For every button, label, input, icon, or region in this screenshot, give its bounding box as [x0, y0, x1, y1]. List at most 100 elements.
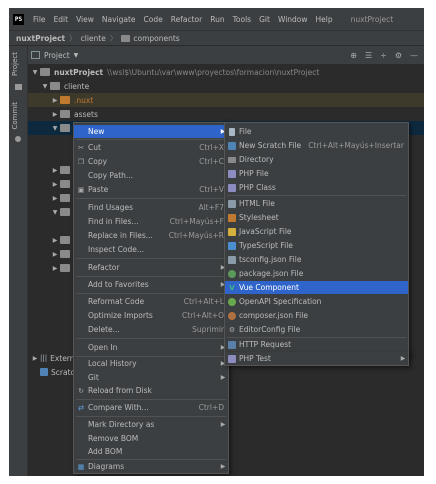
submenu-item-directory[interactable]: Directory: [225, 153, 408, 166]
breadcrumb-components[interactable]: components: [133, 34, 179, 43]
expand-icon[interactable]: ÷: [380, 51, 387, 60]
file-icon: [225, 127, 239, 136]
submenu-item-typescript-file[interactable]: TypeScript File: [225, 239, 408, 252]
menu-item-delete[interactable]: Delete... Suprimir: [74, 323, 228, 336]
file-icon: [60, 334, 68, 342]
menu-help[interactable]: Help: [312, 15, 337, 24]
collapse-icon[interactable]: ☰: [365, 51, 372, 60]
submenu-item-html-file[interactable]: HTML File: [225, 197, 408, 210]
gear-icon[interactable]: ⚙: [395, 51, 402, 60]
folder-icon: [50, 82, 60, 90]
chevron-right-icon[interactable]: ▶: [50, 97, 60, 104]
chevron-right-icon[interactable]: ▶: [50, 251, 60, 258]
ts-file-icon: [225, 241, 239, 250]
menu-separator: [227, 195, 406, 196]
submenu-item-file[interactable]: File: [225, 125, 408, 138]
menu-item-local-history[interactable]: Local History ▶: [74, 357, 228, 370]
breadcrumb-project[interactable]: nuxtProject: [16, 34, 65, 43]
chevron-right-icon[interactable]: ▶: [50, 237, 60, 244]
chevron-right-icon[interactable]: ▶: [50, 265, 60, 272]
menu-git[interactable]: Git: [255, 15, 274, 24]
tree-label: .nuxt: [74, 95, 94, 105]
project-panel-header: Project ▼ ⊕ ☰ ÷ ⚙ —: [28, 46, 424, 64]
chevron-right-icon[interactable]: ▶: [30, 355, 40, 362]
commit-tool-tab[interactable]: Commit: [11, 102, 19, 130]
diagram-icon: ▦: [77, 462, 85, 471]
chevron-right-icon[interactable]: ▶: [50, 167, 60, 174]
submenu-item-openapi[interactable]: OpenAPI Specification: [225, 295, 408, 308]
submenu-item-php-test-row[interactable]: PHP Test ▶: [225, 352, 408, 365]
project-tool-icon[interactable]: [15, 84, 22, 90]
submenu-arrow-icon: ▶: [220, 463, 226, 470]
menu-item-optimize-imports[interactable]: Optimize Imports Ctrl+Alt+O: [74, 309, 228, 322]
submenu-item-composer-json[interactable]: composer.json File: [225, 309, 408, 322]
tree-root-label: nuxtProject: [54, 67, 104, 77]
submenu-item-new-scratch-file[interactable]: New Scratch File Ctrl+Alt+Mayús+Insertar: [225, 139, 408, 152]
chevron-right-icon[interactable]: ▶: [50, 195, 60, 202]
tsconfig-icon: [225, 255, 239, 264]
menu-item-inspect-code[interactable]: Inspect Code...: [74, 243, 228, 256]
chevron-right-icon[interactable]: ▶: [50, 111, 60, 118]
menu-item-add-bom[interactable]: Add BOM: [74, 445, 228, 458]
submenu-item-php-file[interactable]: PHP File: [225, 167, 408, 180]
menu-run[interactable]: Run: [206, 15, 228, 24]
menu-item-remove-bom[interactable]: Remove BOM: [74, 432, 228, 445]
project-view-selector[interactable]: Project: [44, 51, 70, 60]
target-icon[interactable]: ⊕: [350, 51, 357, 60]
submenu-item-vue-component[interactable]: V Vue Component: [225, 281, 408, 294]
menu-item-compare-with[interactable]: ⇄ Compare With... Ctrl+D: [74, 401, 228, 414]
chevron-down-icon[interactable]: ▼: [30, 69, 40, 76]
project-tool-tab[interactable]: Project: [11, 52, 19, 76]
submenu-item-editorconfig[interactable]: ⚙ EditorConfig File: [225, 323, 408, 336]
submenu-item-package-json[interactable]: package.json File: [225, 267, 408, 280]
menu-edit[interactable]: Edit: [50, 15, 73, 24]
tree-row-root[interactable]: ▼ nuxtProject \\wsl$\Ubuntu\var\www\proy…: [28, 65, 424, 79]
menu-refactor[interactable]: Refactor: [167, 15, 206, 24]
submenu-item-php-class[interactable]: PHP Class: [225, 181, 408, 194]
menu-item-add-to-favorites[interactable]: Add to Favorites ▶: [74, 278, 228, 291]
submenu-item-http-request[interactable]: HTTP Request: [225, 338, 408, 351]
menu-item-find-in-files[interactable]: Find in Files... Ctrl+Mayús+F: [74, 215, 228, 228]
menu-view[interactable]: View: [72, 15, 98, 24]
menu-item-copy[interactable]: ❐ Copy Ctrl+C: [74, 155, 228, 168]
menu-tools[interactable]: Tools: [229, 15, 255, 24]
menu-item-paste[interactable]: ▣ Paste Ctrl+V: [74, 183, 228, 196]
submenu-item-tsconfig[interactable]: tsconfig.json File: [225, 253, 408, 266]
menu-item-open-in[interactable]: Open In ▶: [74, 341, 228, 354]
minimize-icon[interactable]: —: [410, 51, 418, 60]
menu-code[interactable]: Code: [140, 15, 167, 24]
menu-item-diagrams[interactable]: ▦ Diagrams ▶: [74, 460, 228, 473]
menu-item-mark-directory-as[interactable]: Mark Directory as ▶: [74, 418, 228, 431]
php-test-icon: [225, 354, 239, 363]
menu-item-find-usages[interactable]: Find Usages Alt+F7: [74, 201, 228, 214]
submenu-item-stylesheet[interactable]: Stylesheet: [225, 211, 408, 224]
menu-navigate[interactable]: Navigate: [98, 15, 140, 24]
commit-tool-icon[interactable]: [15, 136, 21, 142]
context-menu: New ▶ ✂ Cut Ctrl+X ❐ Copy Ctrl+C Copy Pa…: [73, 122, 229, 474]
chevron-down-icon[interactable]: ▼: [50, 209, 60, 216]
menu-item-reload-from-disk[interactable]: ↻ Reload from Disk: [74, 384, 228, 397]
menu-item-git[interactable]: Git ▶: [74, 371, 228, 384]
tree-label: cliente: [64, 81, 90, 91]
chevron-down-icon[interactable]: ▼: [40, 83, 50, 90]
breadcrumb-separator-icon: 〉: [109, 33, 118, 43]
menu-file[interactable]: File: [29, 15, 50, 24]
tree-label: assets: [74, 109, 98, 119]
submenu-item-javascript-file[interactable]: JavaScript File: [225, 225, 408, 238]
tree-row-assets[interactable]: ▶ assets: [28, 107, 424, 121]
chevron-right-icon[interactable]: ▶: [50, 181, 60, 188]
chevron-down-icon[interactable]: ▼: [74, 52, 79, 59]
tree-row-cliente[interactable]: ▼ cliente: [28, 79, 424, 93]
folder-icon: [60, 194, 70, 202]
tree-row-nuxt[interactable]: ▶ .nuxt: [28, 93, 424, 107]
menu-item-copy-path[interactable]: Copy Path...: [74, 169, 228, 182]
menu-separator: [76, 276, 226, 277]
menu-item-new[interactable]: New ▶: [74, 125, 228, 138]
menu-window[interactable]: Window: [274, 15, 312, 24]
chevron-down-icon[interactable]: ▼: [50, 125, 60, 132]
menu-item-refactor[interactable]: Refactor ▶: [74, 261, 228, 274]
menu-item-replace-in-files[interactable]: Replace in Files... Ctrl+Mayús+R: [74, 229, 228, 242]
menu-item-cut[interactable]: ✂ Cut Ctrl+X: [74, 141, 228, 154]
breadcrumb-cliente[interactable]: cliente: [81, 34, 106, 43]
menu-item-reformat-code[interactable]: Reformat Code Ctrl+Alt+L: [74, 295, 228, 308]
